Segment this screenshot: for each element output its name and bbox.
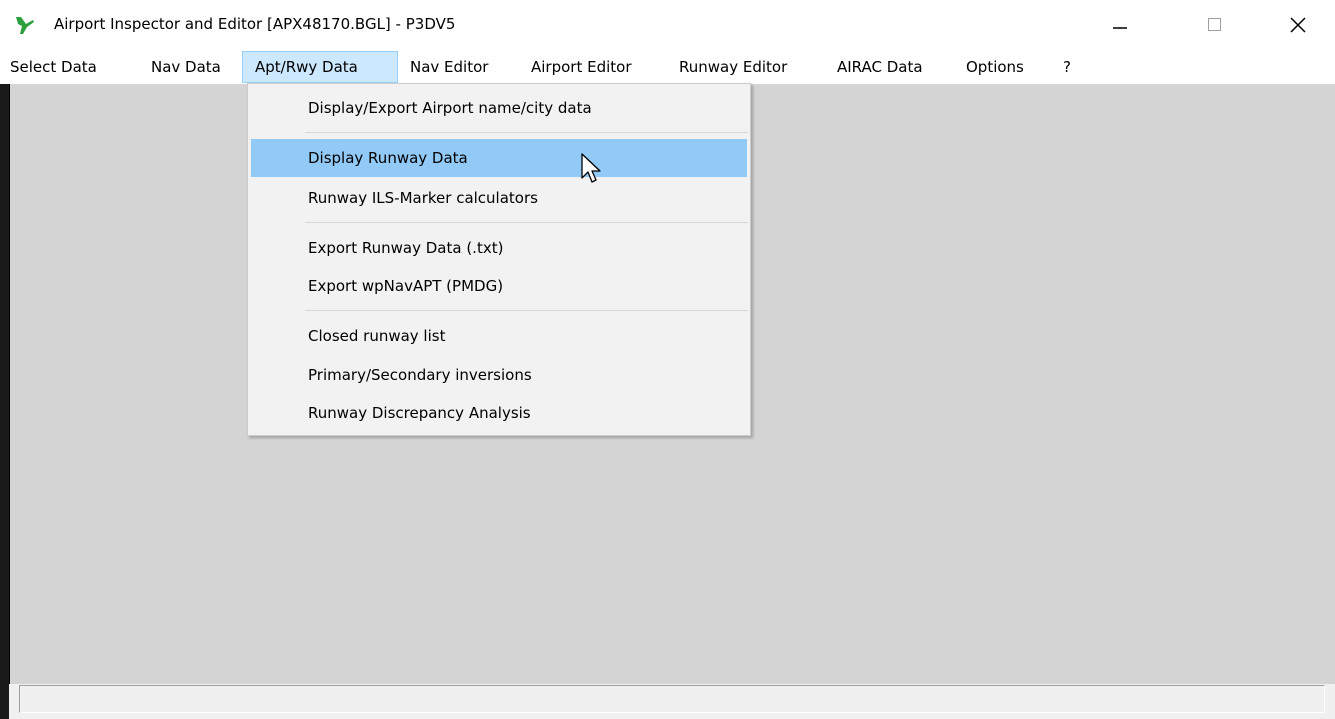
- menu-runway-editor[interactable]: Runway Editor: [676, 51, 790, 83]
- menu-item-display-runway-data[interactable]: Display Runway Data: [251, 139, 747, 177]
- menu-bar: Select Data Nav Data Apt/Rwy Data Nav Ed…: [0, 51, 1335, 83]
- menu-nav-editor[interactable]: Nav Editor: [407, 51, 491, 83]
- app-window: Airport Inspector and Editor [APX48170.B…: [0, 0, 1335, 719]
- menu-separator: [305, 132, 748, 133]
- menu-item-export-wpnavapt[interactable]: Export wpNavAPT (PMDG): [251, 267, 747, 305]
- apt-rwy-dropdown-menu: Display/Export Airport name/city data Di…: [247, 83, 751, 436]
- minimize-icon: [1113, 27, 1127, 29]
- menu-airport-editor[interactable]: Airport Editor: [528, 51, 635, 83]
- window-title: Airport Inspector and Editor [APX48170.B…: [54, 15, 456, 33]
- menu-airac-data[interactable]: AIRAC Data: [834, 51, 926, 83]
- menu-separator: [305, 222, 748, 223]
- menu-select-data[interactable]: Select Data: [7, 51, 100, 83]
- menu-apt-rwy-data[interactable]: Apt/Rwy Data: [242, 51, 398, 83]
- menu-nav-data[interactable]: Nav Data: [148, 51, 224, 83]
- menu-item-runway-discrepancy[interactable]: Runway Discrepancy Analysis: [251, 394, 747, 432]
- menu-item-export-runway-data[interactable]: Export Runway Data (.txt): [251, 229, 747, 267]
- minimize-button[interactable]: [1075, 0, 1165, 50]
- maximize-icon: [1208, 18, 1221, 31]
- window-left-border: [0, 84, 9, 719]
- close-button[interactable]: [1260, 0, 1335, 50]
- menu-item-display-export-airport[interactable]: Display/Export Airport name/city data: [251, 89, 747, 127]
- airplane-takeoff-icon: [15, 15, 35, 35]
- menu-help[interactable]: ?: [1060, 51, 1074, 83]
- mouse-cursor-icon: [581, 153, 605, 189]
- status-bar: [9, 684, 1335, 719]
- menu-options[interactable]: Options: [963, 51, 1027, 83]
- menu-item-closed-runway-list[interactable]: Closed runway list: [251, 317, 747, 355]
- menu-item-primary-secondary-inversions[interactable]: Primary/Secondary inversions: [251, 356, 747, 394]
- maximize-button[interactable]: [1170, 0, 1260, 50]
- menu-separator: [305, 310, 748, 311]
- menu-item-runway-ils-marker[interactable]: Runway ILS-Marker calculators: [251, 179, 747, 217]
- title-bar[interactable]: Airport Inspector and Editor [APX48170.B…: [0, 0, 1335, 50]
- status-field: [19, 685, 1325, 713]
- close-icon: [1289, 17, 1306, 33]
